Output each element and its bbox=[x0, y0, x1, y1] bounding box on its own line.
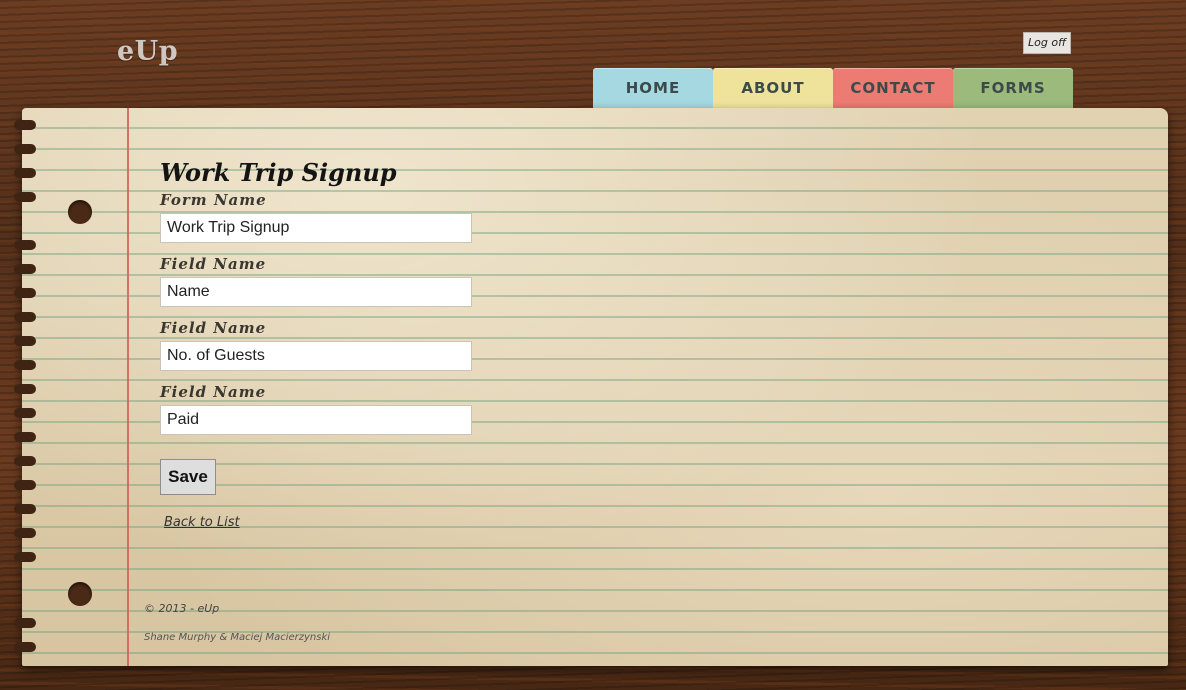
main-nav: HOME ABOUT CONTACT FORMS bbox=[593, 68, 1073, 108]
page-title: Work Trip Signup bbox=[160, 158, 397, 187]
form-content: Work Trip Signup Form Name Field Name Fi… bbox=[160, 158, 472, 531]
spiral-ring bbox=[14, 456, 36, 466]
tab-contact[interactable]: CONTACT bbox=[833, 68, 953, 108]
spiral-ring bbox=[14, 528, 36, 538]
tab-forms[interactable]: FORMS bbox=[953, 68, 1073, 108]
spiral-ring bbox=[14, 168, 36, 178]
field-name-label: Field Name bbox=[160, 255, 267, 273]
user-name[interactable]: Shane bbox=[965, 36, 1003, 50]
field-name-label: Field Name bbox=[160, 383, 267, 401]
spiral-ring bbox=[14, 504, 36, 514]
spiral-ring bbox=[14, 360, 36, 370]
notebook-paper: Work Trip Signup Form Name Field Name Fi… bbox=[14, 108, 1168, 666]
spiral-ring bbox=[14, 552, 36, 562]
form-name-input[interactable] bbox=[160, 213, 472, 243]
spiral-ring bbox=[14, 120, 36, 130]
logo: eUp bbox=[117, 36, 179, 67]
spiral-ring bbox=[14, 312, 36, 322]
logoff-button[interactable]: Log off bbox=[1023, 32, 1072, 54]
field-name-input[interactable] bbox=[160, 341, 472, 371]
field-name-input[interactable] bbox=[160, 277, 472, 307]
save-button[interactable]: Save bbox=[160, 459, 216, 495]
footer-authors: Shane Murphy & Maciej Macierzynski bbox=[144, 632, 331, 643]
spiral-ring bbox=[14, 192, 36, 202]
spiral-ring bbox=[14, 264, 36, 274]
punch-hole-bottom bbox=[68, 582, 92, 606]
spiral-ring bbox=[14, 288, 36, 298]
spiral-ring bbox=[14, 618, 36, 628]
spiral-ring bbox=[14, 480, 36, 490]
field-name-input[interactable] bbox=[160, 405, 472, 435]
spiral-ring bbox=[14, 408, 36, 418]
punch-hole-top bbox=[68, 200, 92, 224]
spiral-ring bbox=[14, 240, 36, 250]
spiral-ring bbox=[14, 432, 36, 442]
tab-home[interactable]: HOME bbox=[593, 68, 713, 108]
back-to-list-link[interactable]: Back to List bbox=[164, 515, 240, 530]
margin-line bbox=[127, 108, 129, 666]
spiral-ring bbox=[14, 144, 36, 154]
spiral-ring bbox=[14, 336, 36, 346]
spiral-ring bbox=[14, 384, 36, 394]
footer-copyright: © 2013 - eUp bbox=[144, 602, 220, 615]
field-name-label: Field Name bbox=[160, 319, 267, 337]
form-name-label: Form Name bbox=[160, 191, 267, 209]
spiral-ring bbox=[14, 642, 36, 652]
tab-about[interactable]: ABOUT bbox=[713, 68, 833, 108]
